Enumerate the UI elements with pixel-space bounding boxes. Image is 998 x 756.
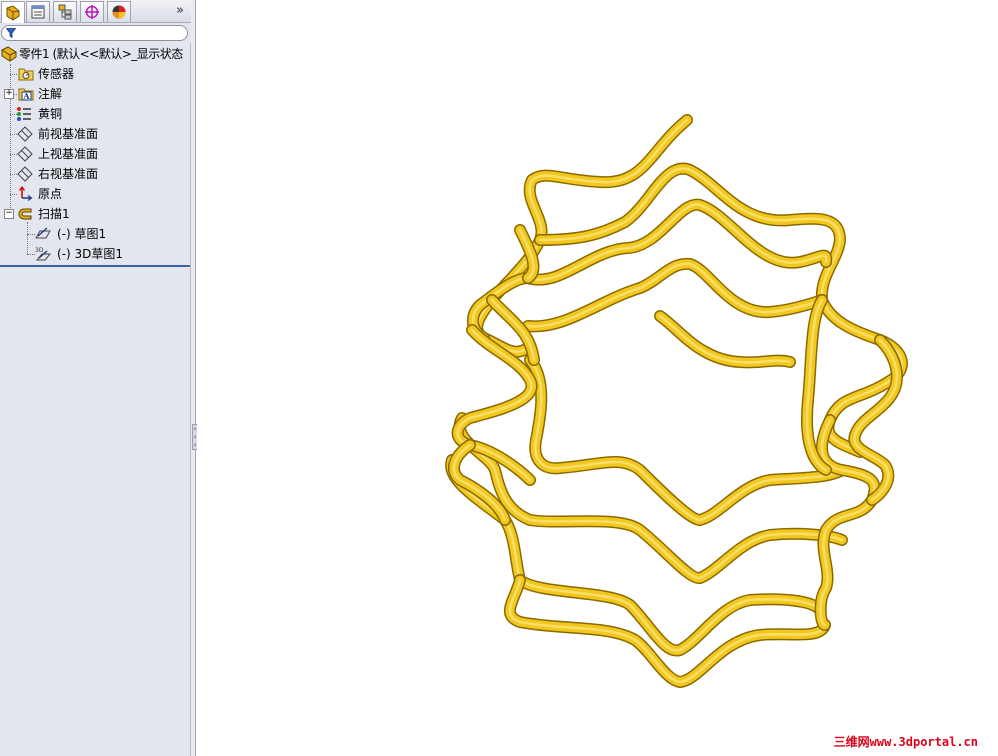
sketch-icon <box>35 227 51 239</box>
annotation-icon: A <box>18 88 34 101</box>
tree-item-label: 原点 <box>38 187 63 201</box>
filter-icon <box>6 28 16 38</box>
feature-tree: 零件1 (默认<<默认>_显示状态 传感器 + A 注解 黄铜 前视基准面 上视… <box>0 44 191 266</box>
sweep-model-render <box>445 114 908 688</box>
tree-rollback-bar[interactable] <box>0 265 190 267</box>
graphics-viewport[interactable]: 三维网www.3dportal.cn <box>197 0 998 756</box>
sweep-tube[interactable] <box>525 355 847 525</box>
expand-toggle[interactable]: + <box>4 89 14 99</box>
watermark: 三维网www.3dportal.cn <box>833 735 978 749</box>
feature-tree-icon <box>6 4 20 21</box>
tree-item-3dsketch1[interactable]: 3D (-) 3D草图1 <box>0 244 191 264</box>
configuration-manager-icon <box>58 4 72 20</box>
propertymanager-tab[interactable] <box>26 1 50 22</box>
tree-item-material[interactable]: 黄铜 <box>0 104 191 124</box>
sweep-icon <box>18 208 32 220</box>
tree-root-part[interactable]: 零件1 (默认<<默认>_显示状态 <box>0 44 191 64</box>
collapse-toggle[interactable]: − <box>4 209 14 219</box>
tree-item-sketch1[interactable]: (-) 草图1 <box>0 224 191 244</box>
feature-manager-panel: » 零件1 (默认<<默认>_显示状态 传感器 + A 注解 黄铜 前视基准面 … <box>0 0 191 756</box>
sensor-icon <box>18 68 34 81</box>
tree-item-sweep[interactable]: − 扫描1 <box>0 204 191 224</box>
more-tabs-button[interactable]: » <box>173 3 187 19</box>
sweep-tube[interactable] <box>535 164 845 305</box>
tree-item-right-plane[interactable]: 右视基准面 <box>0 164 191 184</box>
featuremanager-tab[interactable] <box>1 1 25 23</box>
panel-splitter[interactable] <box>191 0 196 756</box>
tree-filter-input[interactable] <box>1 25 188 41</box>
plane-icon <box>17 146 33 162</box>
sweep-tube-highlight <box>528 358 844 522</box>
tree-item-label: 扫描1 <box>38 207 70 221</box>
tree-item-label: 传感器 <box>38 67 75 81</box>
tree-item-label: 注解 <box>38 87 63 101</box>
3d-sketch-icon: 3D <box>35 247 51 261</box>
material-icon <box>17 107 31 121</box>
plane-icon <box>17 126 33 142</box>
tree-item-label: (-) 3D草图1 <box>57 247 124 261</box>
tree-item-origin[interactable]: 原点 <box>0 184 191 204</box>
svg-text:3D: 3D <box>35 247 44 254</box>
svg-text:A: A <box>22 91 30 101</box>
tree-item-front-plane[interactable]: 前视基准面 <box>0 124 191 144</box>
sweep-tube-outline <box>524 354 848 526</box>
target-icon <box>85 5 99 19</box>
dimxpert-tab[interactable] <box>80 1 104 22</box>
tree-item-label: 右视基准面 <box>38 167 99 181</box>
filter-bar <box>0 23 191 43</box>
manager-tab-bar: » <box>0 0 191 23</box>
display-manager-tab[interactable] <box>107 1 131 22</box>
configurationmanager-tab[interactable] <box>53 1 77 22</box>
tree-item-top-plane[interactable]: 上视基准面 <box>0 144 191 164</box>
tree-item-annotations[interactable]: + A 注解 <box>0 84 191 104</box>
tree-item-label: (-) 草图1 <box>57 227 107 241</box>
tree-root-label: 零件1 (默认<<默认>_显示状态 <box>19 47 183 61</box>
tree-item-sensors[interactable]: 传感器 <box>0 64 191 84</box>
part-icon <box>1 46 17 62</box>
tree-item-label: 上视基准面 <box>38 147 99 161</box>
color-wheel-icon <box>112 5 126 19</box>
tree-item-label: 黄铜 <box>38 107 63 121</box>
plane-icon <box>17 166 33 182</box>
origin-icon <box>19 186 33 201</box>
tree-item-label: 前视基准面 <box>38 127 99 141</box>
property-manager-icon <box>31 5 45 19</box>
